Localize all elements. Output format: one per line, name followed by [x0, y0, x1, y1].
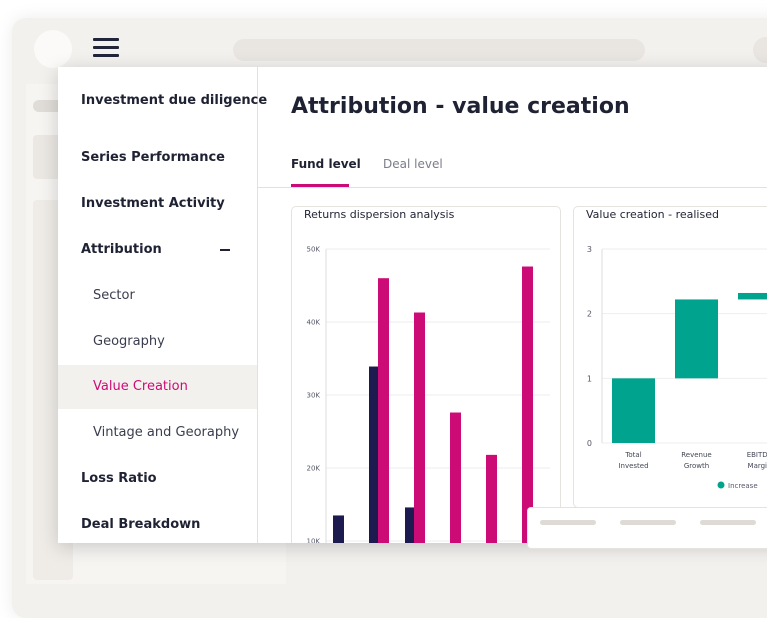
- returns-dispersion-chart: 50K 40K 30K 20K 10K: [307, 246, 550, 544]
- tab-fund-level[interactable]: Fund level: [291, 157, 361, 187]
- y-tick-label: 50K: [307, 246, 321, 254]
- page-title: Attribution - value creation: [291, 94, 630, 119]
- hamburger-menu-icon[interactable]: [93, 38, 119, 60]
- placeholder-bar: [620, 520, 676, 525]
- search-bar-placeholder[interactable]: [233, 39, 645, 61]
- placeholder-bar: [700, 520, 756, 525]
- sidebar-item-vintage-and-georaphy[interactable]: Vintage and Georaphy: [58, 411, 257, 455]
- collapse-minus-icon[interactable]: [220, 249, 230, 251]
- y-tick-label: 10K: [307, 538, 321, 544]
- tab-bar: Fund level Deal level: [258, 153, 767, 188]
- x-tick-label: Growth: [684, 462, 709, 470]
- dashboard-card: Investment due diligence Series Performa…: [58, 67, 767, 543]
- active-tab-indicator: [291, 184, 349, 187]
- x-tick-label: Total: [624, 451, 641, 459]
- value-creation-chart: 3 2 1 0 Total Invested Revenue Growth EBITDA Marg…: [587, 245, 767, 490]
- x-tick-label: Invested: [618, 462, 648, 470]
- sidebar-title: Investment due diligence: [81, 93, 268, 108]
- legend-label: Increase: [728, 482, 758, 490]
- bar: [522, 266, 533, 543]
- bar: [414, 312, 425, 543]
- bar: [333, 515, 344, 543]
- sidebar: Investment due diligence Series Performa…: [58, 67, 267, 543]
- sidebar-item-series-performance[interactable]: Series Performance: [58, 136, 257, 180]
- main-content: Attribution - value creation Fund level …: [258, 67, 767, 543]
- sidebar-item-geography[interactable]: Geography: [58, 320, 257, 364]
- y-tick-label: 40K: [307, 319, 321, 327]
- sidebar-item-value-creation[interactable]: Value Creation: [58, 365, 257, 409]
- table-placeholder: [527, 507, 767, 549]
- sidebar-item-deal-breakdown[interactable]: Deal Breakdown: [58, 503, 257, 543]
- y-tick-label: 0: [587, 439, 592, 448]
- waterfall-bar: [612, 378, 655, 443]
- sidebar-item-investment-activity[interactable]: Investment Activity: [58, 182, 257, 226]
- x-tick-label: EBITDA: [747, 451, 767, 459]
- value-creation-panel: Value creation - realised 3 2 1 0 Total Inves…: [573, 206, 767, 508]
- tab-deal-level[interactable]: Deal level: [383, 157, 443, 187]
- waterfall-bar: [675, 299, 718, 379]
- legend-marker: [717, 481, 725, 489]
- returns-dispersion-panel: Returns dispersion analysis 50K 40K 30K 20K…: [291, 206, 561, 543]
- sidebar-item-loss-ratio[interactable]: Loss Ratio: [58, 457, 257, 501]
- y-tick-label: 20K: [307, 465, 321, 473]
- placeholder-bar: [540, 520, 596, 525]
- sidebar-item-label: Attribution: [81, 242, 162, 257]
- bar: [378, 278, 389, 543]
- waterfall-bar: [738, 292, 767, 300]
- y-tick-label: 1: [587, 374, 592, 383]
- sidebar-item-sector[interactable]: Sector: [58, 274, 257, 318]
- y-tick-label: 30K: [307, 392, 321, 400]
- sidebar-item-attribution[interactable]: Attribution: [58, 228, 257, 272]
- y-tick-label: 2: [587, 310, 592, 319]
- x-tick-label: Margin: [748, 462, 767, 470]
- bar: [450, 412, 461, 543]
- y-tick-label: 3: [587, 245, 592, 254]
- avatar[interactable]: [34, 30, 72, 68]
- bar: [486, 454, 497, 543]
- x-tick-label: Revenue: [681, 451, 712, 459]
